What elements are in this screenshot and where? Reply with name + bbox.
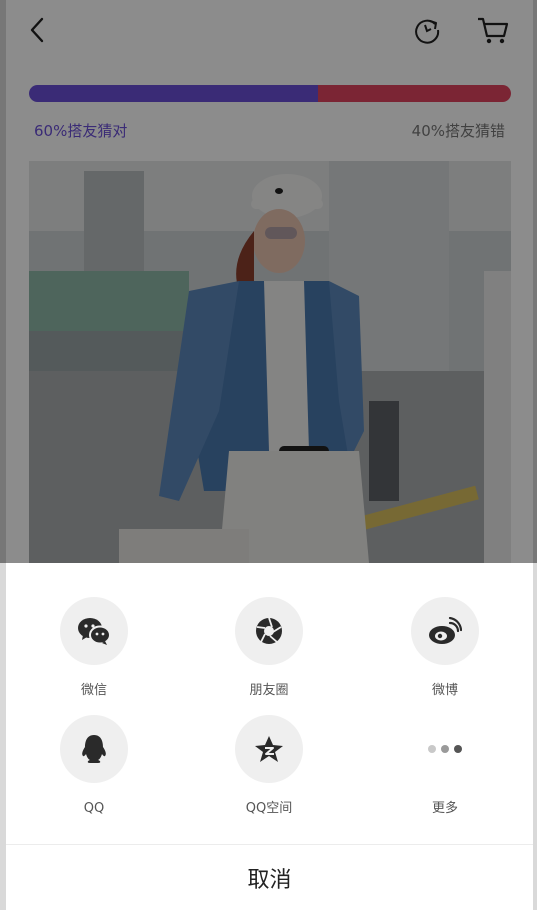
modal-overlay[interactable] bbox=[0, 0, 537, 563]
share-weibo-label: 微博 bbox=[431, 683, 458, 698]
app-frame: 60%搭友猜对 40%搭友猜错 微信 朋友圈 微博 QQ QQ空间 更多 取消 bbox=[0, 0, 537, 910]
cancel-button[interactable]: 取消 bbox=[6, 845, 533, 910]
moments-icon bbox=[256, 617, 282, 644]
share-qq-button[interactable] bbox=[60, 715, 128, 783]
more-icon bbox=[428, 745, 462, 753]
share-sheet: 微信 朋友圈 微博 QQ QQ空间 更多 取消 bbox=[6, 563, 533, 910]
share-qq[interactable]: QQ bbox=[34, 715, 154, 817]
share-more-label: 更多 bbox=[431, 801, 458, 816]
share-moments-label: 朋友圈 bbox=[249, 683, 289, 698]
share-wechat-label: 微信 bbox=[80, 683, 107, 698]
share-more[interactable]: 更多 bbox=[385, 715, 505, 817]
share-weibo-button[interactable] bbox=[411, 597, 479, 665]
qzone-icon bbox=[255, 736, 283, 762]
wechat-icon bbox=[78, 618, 111, 645]
share-qq-label: QQ bbox=[83, 801, 105, 816]
weibo-icon bbox=[429, 617, 462, 644]
share-wechat[interactable]: 微信 bbox=[34, 597, 154, 699]
qq-icon bbox=[82, 735, 106, 763]
share-moments[interactable]: 朋友圈 bbox=[209, 597, 329, 699]
share-more-button[interactable] bbox=[411, 715, 479, 783]
share-qzone[interactable]: QQ空间 bbox=[209, 715, 329, 817]
share-moments-button[interactable] bbox=[235, 597, 303, 665]
share-wechat-button[interactable] bbox=[60, 597, 128, 665]
share-qzone-label: QQ空间 bbox=[245, 801, 293, 816]
share-qzone-button[interactable] bbox=[235, 715, 303, 783]
share-weibo[interactable]: 微博 bbox=[385, 597, 505, 699]
